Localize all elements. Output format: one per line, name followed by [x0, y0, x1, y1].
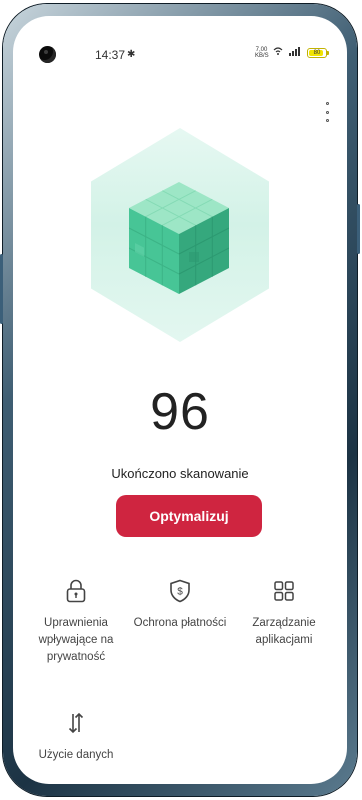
- power-button: [357, 204, 360, 254]
- status-icons: 7,00 KB/S 80: [255, 46, 329, 59]
- data-transfer-icon: [68, 712, 84, 734]
- feature-privacy-permissions[interactable]: Uprawnienia wpływające na prywatność: [21, 579, 131, 666]
- battery-icon: 80: [307, 47, 329, 58]
- shield-dollar-icon: $: [170, 579, 190, 603]
- feature-data-usage[interactable]: Użycie danych: [21, 711, 131, 764]
- battery-level: 80: [313, 49, 321, 56]
- screen: 14:37 ✱ 7,00 KB/S 80 96 Ukończono skanow…: [13, 16, 347, 784]
- front-camera: [39, 46, 56, 63]
- scan-status-text: Ukończono skanowanie: [111, 466, 249, 481]
- feature-payment-protection[interactable]: $ Ochrona płatności: [125, 579, 235, 632]
- wifi-icon: [273, 46, 283, 59]
- more-vertical-icon[interactable]: [323, 102, 331, 122]
- volume-button: [0, 254, 3, 324]
- net-speed: 7,00 KB/S: [255, 46, 269, 59]
- feature-label: Użycie danych: [38, 749, 114, 761]
- bluetooth-icon: ✱: [127, 49, 136, 60]
- feature-label: Ochrona płatności: [133, 617, 227, 629]
- security-score: 96: [150, 383, 210, 441]
- grid-icon: [274, 581, 294, 601]
- status-time: 14:37: [95, 48, 126, 62]
- feature-label: Zarządzanie aplikacjami: [252, 617, 316, 646]
- signal-icon: [288, 46, 302, 59]
- lock-icon: [66, 579, 86, 603]
- phone-frame: 14:37 ✱ 7,00 KB/S 80 96 Ukończono skanow…: [0, 4, 360, 796]
- optimize-button[interactable]: Optymalizuj: [116, 495, 262, 537]
- feature-app-management[interactable]: Zarządzanie aplikacjami: [229, 579, 339, 649]
- cube-icon: [129, 182, 229, 294]
- svg-text:$: $: [177, 587, 183, 598]
- feature-label: Uprawnienia wpływające na prywatność: [38, 617, 114, 663]
